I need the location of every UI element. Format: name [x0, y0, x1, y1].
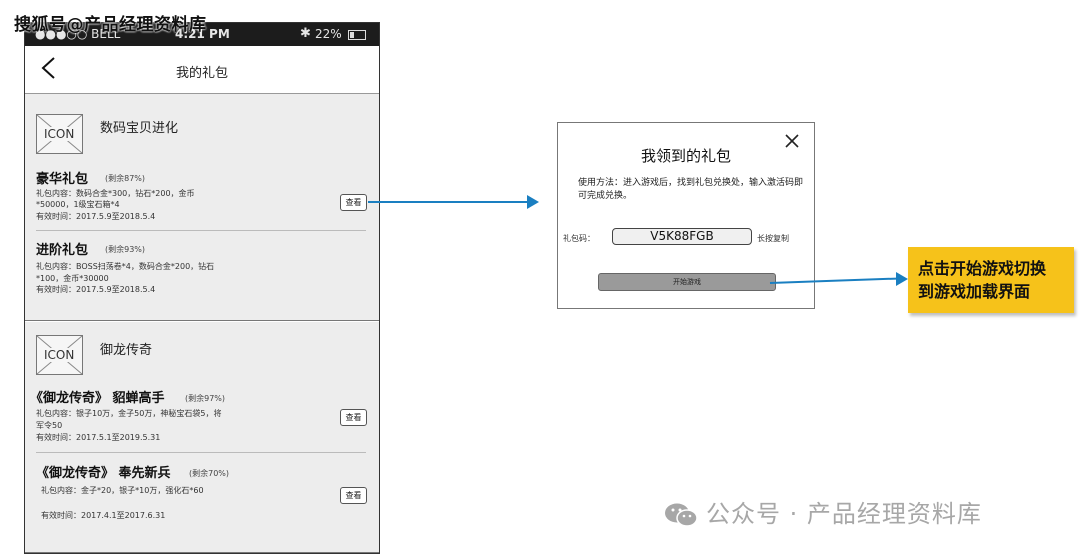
package-content: 礼包内容：金子*20，银子*10万，强化石*60 [41, 486, 204, 495]
gift-card-yulong: ICON 御龙传奇 《御龙传奇》 貂蝉高手 (剩余97%) 礼包内容：银子10万… [25, 322, 379, 553]
code-label: 礼包码： [563, 234, 595, 243]
package-content-cont: *100，金币*30000 [36, 274, 109, 283]
gift-code-field[interactable]: V5K88FGB [612, 228, 752, 245]
watermark-bottom-text: 公众号 · 产品经理资料库 [706, 500, 982, 528]
copy-hint: 长按复制 [757, 234, 789, 243]
view-button[interactable]: 查看 [340, 487, 367, 504]
gift-card-digimon: ICON 数码宝贝进化 豪华礼包 (剩余87%) 礼包内容：数码合金*300，钻… [25, 94, 379, 321]
annotation-callout: 点击开始游戏切换 到游戏加载界面 [908, 247, 1074, 313]
divider [36, 230, 366, 231]
flow-arrow-line [368, 201, 528, 203]
flow-arrow-head [527, 195, 539, 209]
close-icon[interactable] [784, 133, 800, 149]
package-valid-time: 有效时间：2017.5.9至2018.5.4 [36, 212, 156, 221]
watermark-top: 搜狐号@产品经理资料库 [14, 15, 207, 35]
watermark-bottom: 公众号 · 产品经理资料库 [664, 494, 982, 529]
package-remaining: (剩余70%) [189, 469, 230, 478]
icon-label: ICON [44, 127, 75, 141]
callout-line-2: 到游戏加载界面 [918, 282, 1031, 301]
view-button[interactable]: 查看 [340, 409, 367, 426]
battery-percent: 22% [315, 27, 342, 41]
package-title: 豪华礼包 [36, 172, 89, 187]
dialog-title: 我领到的礼包 [640, 147, 731, 165]
package-remaining: (剩余97%) [185, 394, 226, 403]
phone-mockup: ●●●○○ BELL 4:21 PM ✱ 22% 我的礼包 ICON 数码宝贝进… [24, 22, 380, 554]
divider [36, 452, 366, 453]
package-valid-time: 有效时间：2017.5.1至2019.5.31 [36, 433, 161, 442]
page-title: 我的礼包 [175, 66, 228, 81]
package-content-cont: *50000，1级宝石箱*4 [36, 200, 120, 209]
usage-instructions: 使用方法：进入游戏后，找到礼包兑换处，输入激活码即可完成兑换。 [578, 178, 804, 201]
flow-arrow-head [896, 272, 908, 286]
nav-bar: 我的礼包 [25, 46, 379, 94]
wechat-icon [665, 503, 698, 527]
view-button[interactable]: 查看 [340, 194, 367, 211]
battery-icon [348, 30, 366, 40]
bluetooth-icon: ✱ [300, 26, 311, 41]
package-title: 进阶礼包 [36, 243, 89, 258]
package-content: 礼包内容：数码合金*300，钻石*200，金币 [36, 189, 195, 198]
icon-label: ICON [44, 348, 75, 362]
package-title: 《御龙传奇》 奉先新兵 [36, 466, 171, 481]
package-content: 礼包内容：银子10万，金子50万，神秘宝石袋5，将 [36, 409, 222, 418]
game-name: 御龙传奇 [100, 343, 153, 358]
package-valid-time: 有效时间：2017.5.9至2018.5.4 [36, 285, 156, 294]
callout-line-1: 点击开始游戏切换 [918, 259, 1047, 278]
package-valid-time: 有效时间：2017.4.1至2017.6.31 [41, 511, 166, 520]
start-game-button[interactable]: 开始游戏 [598, 273, 776, 291]
package-content: 礼包内容：BOSS扫荡卷*4，数码合金*200，钻石 [36, 262, 215, 271]
game-name: 数码宝贝进化 [100, 121, 179, 136]
package-remaining: (剩余87%) [105, 174, 146, 183]
package-content-cont: 军令50 [36, 421, 63, 430]
game-icon-placeholder: ICON [36, 335, 83, 375]
package-title: 《御龙传奇》 貂蝉高手 [30, 391, 165, 406]
package-remaining: (剩余93%) [105, 245, 146, 254]
game-icon-placeholder: ICON [36, 114, 83, 154]
